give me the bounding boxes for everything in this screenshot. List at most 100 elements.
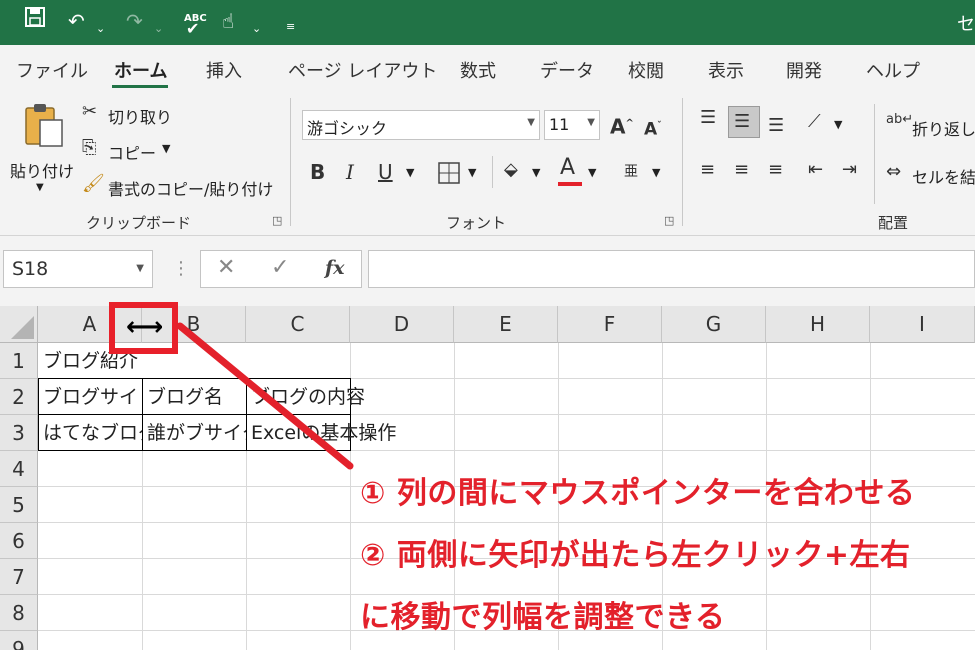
scissors-icon[interactable]: ✂ [82,102,97,122]
row-header-2[interactable]: 2 [0,379,38,415]
align-left-icon[interactable]: ≡ [700,160,715,180]
font-name-select[interactable]: 游ゴシック ▼ [302,110,540,140]
column-header-h[interactable]: H [766,306,870,343]
font-color-button[interactable]: A [560,157,575,179]
wrap-text-button[interactable]: 折り返し [912,116,975,140]
tab-data[interactable]: データ [540,57,594,83]
divider [874,104,875,204]
copy-button[interactable]: コピー [108,140,156,164]
align-bottom-icon[interactable]: ☰ [768,116,784,136]
divider [492,156,493,188]
column-header-d[interactable]: D [350,306,454,343]
underline-button[interactable]: U [378,162,393,182]
increase-font-icon[interactable]: A^ [610,114,634,137]
select-all-button[interactable] [0,306,38,343]
font-launcher-icon[interactable]: ◳ [664,214,674,227]
redo-dropdown-icon[interactable]: ⌄ [154,14,163,44]
border-dropdown-icon[interactable]: ▼ [468,166,476,179]
column-header-e[interactable]: E [454,306,558,343]
paste-button[interactable]: 貼り付け ▼ [8,98,76,202]
row-header-1[interactable]: 1 [0,343,38,379]
column-header-f[interactable]: F [558,306,662,343]
clipboard-launcher-icon[interactable]: ◳ [272,214,282,227]
cell-a2[interactable]: ブログサイト [39,379,142,415]
column-header-g[interactable]: G [662,306,766,343]
phonetic-dropdown-icon[interactable]: ▼ [652,166,660,179]
instruction-step-1: ① 列の間にマウスポインターを合わせる [360,476,916,511]
tab-help[interactable]: ヘルプ [866,57,920,83]
cell-c3[interactable]: Excelの基本操作 [247,415,447,451]
align-top-icon[interactable]: ☰ [700,108,716,128]
decrease-indent-icon[interactable]: ⇤ [808,160,823,180]
tab-home[interactable]: ホーム [114,57,167,83]
redo-icon[interactable]: ↷ [126,6,143,36]
copy-dropdown-icon[interactable]: ▼ [162,142,170,155]
font-group-label: フォント [446,214,507,232]
font-color-dropdown-icon[interactable]: ▼ [588,166,596,179]
copy-icon[interactable]: ⎘ [82,138,96,158]
row-header-9[interactable]: 9 [0,631,38,650]
decrease-font-icon[interactable]: Aˇ [644,116,662,140]
insert-function-button[interactable]: fx [325,257,345,279]
undo-dropdown-icon[interactable]: ⌄ [96,14,105,44]
chevron-down-icon: ▼ [587,117,595,128]
tab-review[interactable]: 校閲 [628,57,664,83]
cell-b3[interactable]: 誰がブサイクや [143,415,246,451]
clipboard-group-label: クリップボード [86,214,192,232]
row-header-5[interactable]: 5 [0,487,38,523]
cell-c2[interactable]: ブログの内容 [247,379,427,415]
tab-insert[interactable]: 挿入 [206,57,242,83]
format-painter-button[interactable]: 書式のコピー/貼り付け [108,176,273,200]
name-box[interactable]: S18 ▼ [3,250,153,288]
cell-a3[interactable]: はてなブログ [39,415,142,451]
orientation-dropdown-icon[interactable]: ▼ [834,118,842,131]
save-icon[interactable] [24,6,46,36]
row-header-6[interactable]: 6 [0,523,38,559]
fill-color-dropdown-icon[interactable]: ▼ [532,166,540,179]
bold-button[interactable]: B [310,162,325,182]
tab-file[interactable]: ファイル [16,57,88,83]
cut-button[interactable]: 切り取り [108,104,172,128]
row-header-4[interactable]: 4 [0,451,38,487]
active-tab-indicator [112,85,168,88]
increase-indent-icon[interactable]: ⇥ [842,160,857,180]
column-header-i[interactable]: I [870,306,975,343]
fill-color-icon[interactable]: ⬙ [504,160,518,180]
align-right-icon[interactable]: ≡ [768,160,783,180]
formula-input[interactable] [368,250,975,288]
cell-b2[interactable]: ブログ名 [143,379,246,415]
orientation-icon[interactable]: ⟋ [808,112,821,132]
row-header-3[interactable]: 3 [0,415,38,451]
ribbon-home: 貼り付け ▼ ✂ 切り取り ⎘ コピー ▼ 🖌 書式のコピー/貼り付け クリップ… [0,90,975,236]
formula-bar: S18 ▼ ⋮ ✕ ✓ fx [0,236,975,306]
alignment-group-label: 配置 [878,214,909,232]
chevron-down-icon: ▼ [136,263,144,274]
merge-center-icon[interactable]: ⇔ [886,162,901,182]
phonetic-button[interactable]: 亜 [624,162,638,182]
undo-icon[interactable]: ↶ [68,6,85,36]
touch-mode-icon[interactable]: ☝ [222,6,234,36]
clipboard-icon [24,102,64,152]
format-painter-icon[interactable]: 🖌 [82,174,105,194]
underline-dropdown-icon[interactable]: ▼ [406,166,414,179]
tab-page-layout[interactable]: ページ レイアウト [288,57,437,83]
border-icon[interactable] [438,162,460,188]
merge-button[interactable]: セルを結 [912,164,975,188]
wrap-text-icon[interactable]: ab↵ [886,110,913,130]
italic-button[interactable]: I [346,162,354,182]
cancel-icon[interactable]: ✕ [217,255,235,280]
touch-dropdown-icon[interactable]: ⌄ [252,14,261,44]
align-center-icon[interactable]: ≡ [734,160,749,180]
tab-formulas[interactable]: 数式 [460,57,496,83]
row-header-8[interactable]: 8 [0,595,38,631]
font-name-value: 游ゴシック [307,119,388,138]
font-size-select[interactable]: 11 ▼ [544,110,600,140]
tab-developer[interactable]: 開発 [786,57,822,83]
enter-icon[interactable]: ✓ [271,255,289,280]
row-header-7[interactable]: 7 [0,559,38,595]
tab-view[interactable]: 表示 [708,57,744,83]
customize-qat-icon[interactable]: ≡ [286,12,295,42]
name-box-value: S18 [12,258,49,280]
paste-label: 貼り付け [10,162,75,181]
column-header-c[interactable]: C [246,306,350,343]
